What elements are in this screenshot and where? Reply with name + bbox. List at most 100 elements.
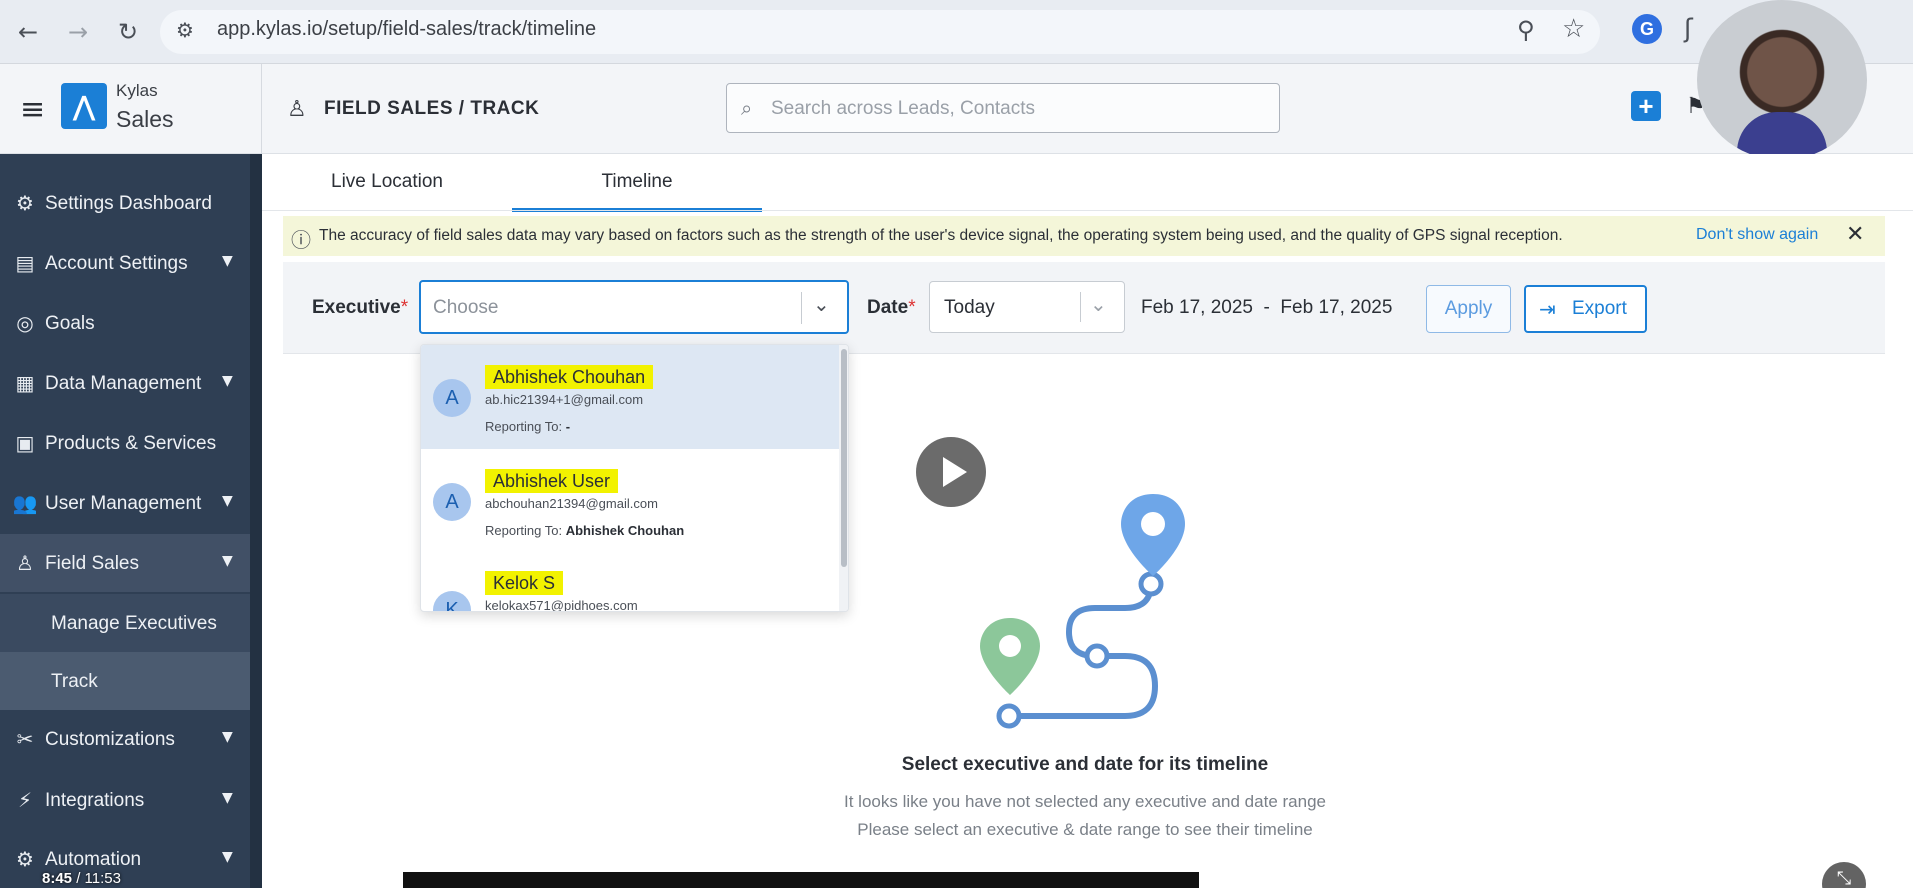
date-value: Today — [944, 297, 995, 318]
executive-placeholder: Choose — [433, 297, 499, 318]
sidebar-item-data-management[interactable]: ▦ Data Management ▼ — [0, 354, 250, 412]
caret-down-icon: ▼ — [222, 790, 233, 806]
header-divider — [261, 64, 262, 154]
table-icon: ▦ — [15, 371, 35, 395]
sidebar-item-field-sales[interactable]: ♙ Field Sales ▼ — [0, 534, 250, 592]
sidebar-item-label: Integrations — [45, 790, 145, 811]
dont-show-again-link[interactable]: Don't show again — [1696, 226, 1818, 244]
sidebar-item-label: Customizations — [45, 729, 175, 750]
executive-select[interactable]: Choose ⌄ — [419, 280, 849, 334]
caret-down-icon: ▼ — [222, 553, 233, 569]
extension-icon[interactable]: G — [1632, 14, 1662, 44]
date-select[interactable]: Today ⌄ — [929, 281, 1125, 333]
scrollbar-thumb[interactable] — [841, 349, 847, 567]
option-email: ab.hic21394+1@gmail.com — [485, 392, 644, 407]
sidebar-item-account-settings[interactable]: ▤ Account Settings ▼ — [0, 234, 250, 292]
option-reporting: Reporting To: - — [485, 419, 571, 434]
sidebar-edge — [250, 154, 262, 888]
sidebar-subitem-label: Track — [51, 671, 98, 692]
empty-state-title: Select executive and date for its timeli… — [901, 754, 1269, 775]
sidebar-item-integrations[interactable]: ⚡ Integrations ▼ — [0, 771, 250, 829]
play-icon — [943, 457, 967, 487]
banner-message: The accuracy of field sales data may var… — [319, 227, 1563, 244]
dropdown-option[interactable]: K Kelok S kelokax571@pidhoes.com — [421, 553, 839, 612]
search-placeholder: Search across Leads, Contacts — [771, 98, 1036, 119]
option-email: kelokax571@pidhoes.com — [485, 598, 638, 612]
sidebar-subitem-manage-executives[interactable]: Manage Executives — [0, 594, 250, 652]
sidebar-subitem-label: Manage Executives — [51, 613, 217, 634]
logo-text-bottom: Sales — [116, 106, 174, 132]
export-label: Export — [1572, 298, 1627, 319]
dropdown-option[interactable]: A Abhishek User abchouhan21394@gmail.com… — [421, 449, 839, 553]
field-sales-icon: ♙ — [287, 97, 307, 122]
search-icon: ⌕ — [741, 96, 753, 120]
back-arrow-icon[interactable]: ← — [12, 16, 44, 48]
users-icon: 👥 — [12, 491, 38, 515]
export-button[interactable]: ⇥ Export — [1524, 285, 1647, 333]
caret-down-icon: ▼ — [222, 729, 233, 745]
option-name: Abhishek User — [485, 469, 619, 493]
avatar: A — [433, 483, 471, 521]
extension-icon-2[interactable]: ʃ — [1684, 14, 1693, 44]
export-icon: ⇥ — [1539, 297, 1556, 321]
option-name: Kelok S — [485, 571, 564, 595]
tab-timeline[interactable]: Timeline — [512, 154, 762, 212]
dropdown-scrollbar[interactable] — [839, 345, 848, 611]
box-icon: ▣ — [15, 431, 35, 455]
dropdown-option[interactable]: A Abhishek Chouhan ab.hic21394+1@gmail.c… — [421, 345, 839, 449]
sidebar-item-goals[interactable]: ◎ Goals — [0, 294, 250, 352]
tab-live-location[interactable]: Live Location — [262, 154, 512, 212]
info-icon: ⓘ — [291, 228, 311, 252]
caret-down-icon: ▼ — [222, 849, 233, 865]
sidebar-item-label: Field Sales — [45, 553, 139, 574]
quick-add-button[interactable]: + — [1631, 91, 1661, 121]
kylas-logo-icon: ⋀ — [61, 83, 107, 129]
sidebar-item-label: Products & Services — [45, 433, 217, 454]
apply-button[interactable]: Apply — [1426, 285, 1511, 333]
avatar: K — [433, 591, 471, 611]
sidebar-item-label: User Management — [45, 493, 202, 514]
reload-icon[interactable]: ↻ — [112, 16, 144, 48]
date-label: Date* — [867, 297, 916, 318]
date-range-text: Feb 17, 2025 - Feb 17, 2025 — [1141, 297, 1393, 318]
sidebar-item-label: Goals — [45, 313, 95, 334]
empty-state-line-2: Please select an executive & date range … — [857, 820, 1313, 839]
sidebar-item-label: Account Settings — [45, 253, 188, 274]
sidebar-item-user-management[interactable]: 👥 User Management ▼ — [0, 474, 250, 532]
sidebar-subitem-track[interactable]: Track — [0, 652, 250, 710]
sidebar-item-settings-dashboard[interactable]: ⚙ Settings Dashboard — [0, 174, 250, 232]
page-title: FIELD SALES / TRACK — [324, 98, 540, 119]
executive-dropdown-list: A Abhishek Chouhan ab.hic21394+1@gmail.c… — [420, 344, 849, 612]
avatar: A — [433, 379, 471, 417]
video-time: 8:45 / 11:53 — [42, 870, 121, 887]
global-search-input[interactable]: ⌕ Search across Leads, Contacts — [726, 83, 1280, 133]
accuracy-banner: ⓘ The accuracy of field sales data may v… — [283, 216, 1885, 256]
option-email: abchouhan21394@gmail.com — [485, 496, 658, 511]
route-illustration — [980, 494, 1185, 729]
sidebar-item-automation[interactable]: ⚙ Automation ▼ — [0, 830, 250, 888]
select-separator — [1080, 292, 1081, 322]
chevron-down-icon[interactable]: ⌄ — [813, 292, 830, 316]
close-icon[interactable]: ✕ — [1846, 222, 1864, 247]
forward-arrow-icon[interactable]: → — [62, 16, 94, 48]
select-separator — [801, 292, 802, 324]
sidebar-item-label: Settings Dashboard — [45, 193, 212, 214]
hamburger-menu-icon[interactable]: ≡ — [20, 92, 45, 127]
video-caption-bar — [403, 872, 1199, 888]
play-button[interactable] — [916, 437, 986, 507]
sidebar-item-products-services[interactable]: ▣ Products & Services — [0, 414, 250, 472]
option-name: Abhishek Chouhan — [485, 365, 654, 389]
chevron-down-icon[interactable]: ⌄ — [1090, 292, 1107, 316]
zoom-icon[interactable]: ⚲ — [1517, 16, 1535, 44]
site-info-icon[interactable]: ⚙ — [176, 18, 194, 42]
bookmark-star-icon[interactable]: ☆ — [1562, 14, 1585, 44]
sidebar-item-customizations[interactable]: ✂ Customizations ▼ — [0, 710, 250, 768]
automation-icon: ⚙ — [16, 847, 34, 871]
executive-label: Executive* — [312, 297, 409, 318]
person-pin-icon: ♙ — [16, 551, 34, 575]
url-text[interactable]: app.kylas.io/setup/field-sales/track/tim… — [217, 18, 596, 41]
sidebar-item-label: Automation — [45, 849, 142, 870]
goals-icon: ◎ — [16, 311, 34, 335]
gear-icon: ⚙ — [16, 191, 34, 215]
tools-icon: ✂ — [16, 727, 34, 751]
